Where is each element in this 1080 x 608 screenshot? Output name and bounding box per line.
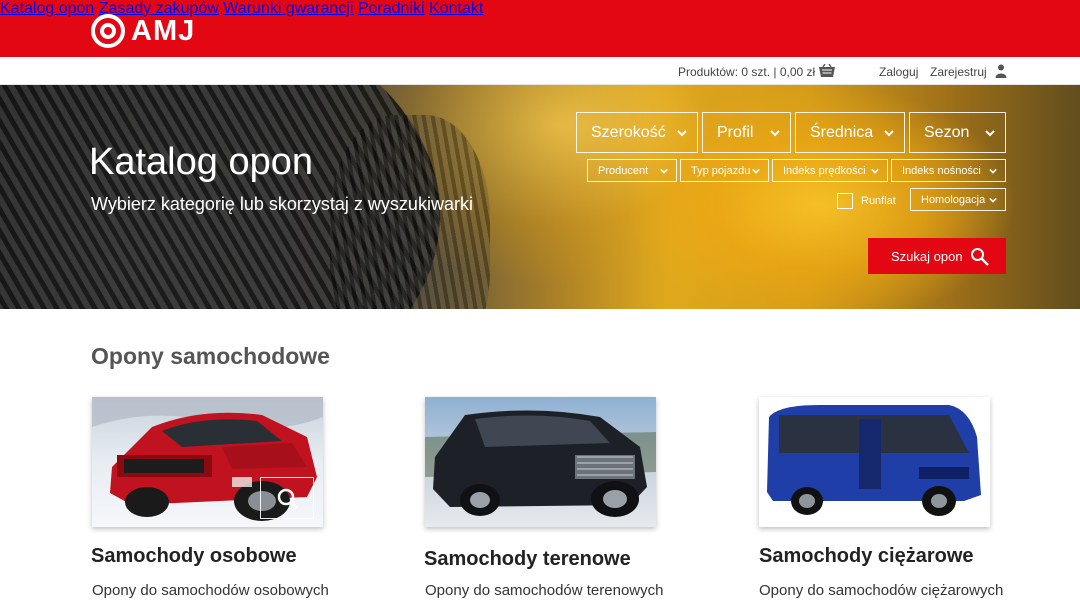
select-szerokosc[interactable]: Szerokość bbox=[576, 112, 698, 153]
select-label: Typ pojazdu bbox=[691, 164, 751, 177]
logo-target-icon bbox=[91, 14, 125, 48]
card-title-terenowe[interactable]: Samochody terenowe bbox=[424, 548, 631, 571]
chevron-down-icon bbox=[770, 129, 780, 136]
user-icon[interactable] bbox=[995, 64, 1007, 78]
select-homologacja[interactable]: Homologacja bbox=[910, 188, 1006, 211]
runflat-checkbox[interactable] bbox=[837, 193, 853, 209]
select-label: Producent bbox=[598, 164, 649, 177]
suv-image bbox=[425, 397, 656, 527]
card-desc-osobowe: Opony do samochodów osobowych bbox=[92, 582, 329, 599]
login-link[interactable]: Zaloguj bbox=[879, 65, 918, 79]
zoom-overlay[interactable] bbox=[260, 477, 314, 519]
card-image-terenowe[interactable] bbox=[425, 397, 656, 527]
zoom-icon bbox=[277, 488, 299, 510]
nav-kontakt[interactable]: Kontakt bbox=[429, 0, 483, 17]
search-tires-button[interactable]: Szukaj opon bbox=[868, 238, 1006, 274]
select-label: Profil bbox=[717, 123, 754, 141]
select-producent[interactable]: Producent bbox=[587, 159, 677, 182]
nav-warunki-gwarancji[interactable]: Warunki gwarancji bbox=[223, 0, 353, 17]
chevron-down-icon bbox=[884, 129, 894, 136]
brand-logo[interactable]: AMJ bbox=[91, 14, 195, 48]
chevron-down-icon bbox=[989, 197, 997, 203]
select-typ-pojazdu[interactable]: Typ pojazdu bbox=[680, 159, 769, 182]
card-title-osobowe[interactable]: Samochody osobowe bbox=[91, 545, 297, 568]
select-label: Indeks prędkości bbox=[783, 164, 866, 177]
chevron-down-icon bbox=[985, 129, 995, 136]
card-image-ciezarowe[interactable] bbox=[759, 397, 990, 527]
search-button-label: Szukaj opon bbox=[891, 248, 963, 264]
select-indeks-nosnosci[interactable]: Indeks nośności bbox=[891, 159, 1006, 182]
page-subtitle: Wybierz kategorię lub skorzystaj z wyszu… bbox=[91, 194, 473, 214]
card-desc-ciezarowe: Opony do samochodów ciężarowych bbox=[759, 582, 1004, 599]
top-navbar: AMJ Katalog opon Zasady zakupów Warunki … bbox=[0, 0, 1080, 57]
chevron-down-icon bbox=[660, 168, 668, 174]
select-profil[interactable]: Profil bbox=[702, 112, 791, 153]
runflat-label: Runflat bbox=[861, 195, 896, 207]
select-label: Indeks nośności bbox=[902, 164, 981, 177]
select-indeks-predkosci[interactable]: Indeks prędkości bbox=[772, 159, 888, 182]
chevron-down-icon bbox=[871, 168, 879, 174]
section-title: Opony samochodowe bbox=[91, 343, 330, 369]
nav-katalog-opon[interactable]: Katalog opon bbox=[0, 0, 94, 17]
chevron-down-icon bbox=[989, 168, 997, 174]
cart-summary[interactable]: Produktów: 0 szt. | 0,00 zł bbox=[678, 65, 815, 79]
card-title-ciezarowe[interactable]: Samochody ciężarowe bbox=[759, 545, 974, 568]
hero-banner: Katalog opon Wybierz kategorię lub skorz… bbox=[0, 85, 1080, 309]
basket-icon[interactable] bbox=[818, 64, 836, 78]
van-image bbox=[759, 397, 990, 527]
select-label: Homologacja bbox=[921, 193, 986, 206]
chevron-down-icon bbox=[752, 168, 760, 174]
chevron-down-icon bbox=[677, 129, 687, 136]
select-label: Sezon bbox=[924, 123, 970, 141]
utility-bar: Produktów: 0 szt. | 0,00 zł Zaloguj Zare… bbox=[0, 57, 1080, 85]
search-icon bbox=[971, 248, 989, 266]
card-desc-terenowe: Opony do samochodów terenowych bbox=[425, 582, 664, 599]
select-srednica[interactable]: Średnica bbox=[795, 112, 905, 153]
select-sezon[interactable]: Sezon bbox=[909, 112, 1006, 153]
register-link[interactable]: Zarejestruj bbox=[930, 65, 987, 79]
card-image-osobowe[interactable] bbox=[92, 397, 323, 527]
nav-poradniki[interactable]: Poradniki bbox=[358, 0, 425, 17]
brand-name: AMJ bbox=[131, 14, 196, 47]
page-title: Katalog opon bbox=[89, 141, 313, 183]
select-label: Szerokość bbox=[591, 123, 666, 141]
select-label: Średnica bbox=[810, 123, 874, 141]
